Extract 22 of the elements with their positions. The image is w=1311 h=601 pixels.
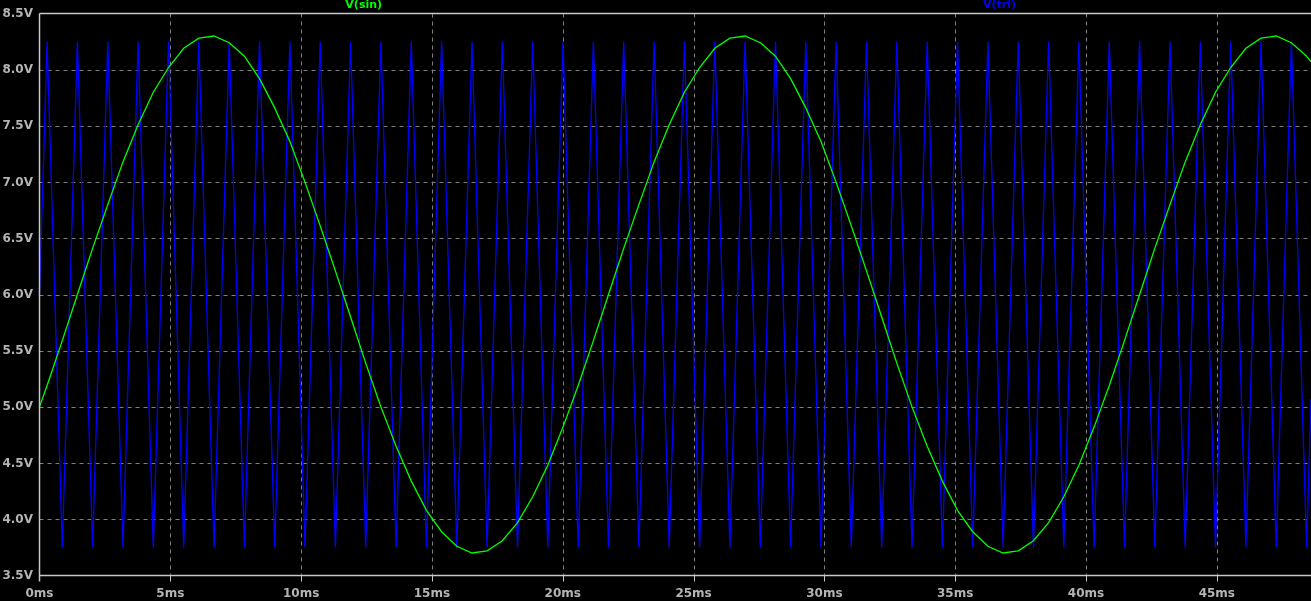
y-axis-tick-label: 5.5V xyxy=(2,343,33,358)
y-axis-tick-label: 7.0V xyxy=(2,174,33,189)
x-axis-tick-label: 20ms xyxy=(544,585,581,600)
y-axis-tick-label: 5.0V xyxy=(2,399,33,414)
y-axis-tick-label: 7.5V xyxy=(2,118,33,133)
x-axis-tick-label: 35ms xyxy=(937,585,974,600)
x-axis-tick-label: 15ms xyxy=(413,585,451,600)
y-axis-tick-label: 4.0V xyxy=(2,511,33,526)
x-axis-tick-label: 0ms xyxy=(25,585,54,600)
x-axis-tick-label: 10ms xyxy=(282,585,320,600)
trace-label[interactable]: V(sin) xyxy=(345,0,383,11)
x-axis-tick-label: 40ms xyxy=(1067,585,1105,600)
x-axis-tick-label: 45ms xyxy=(1198,585,1235,600)
y-axis-tick-label: 8.5V xyxy=(2,6,33,20)
y-axis-tick-label: 6.0V xyxy=(2,287,33,301)
x-axis-tick-label: 25ms xyxy=(675,585,712,600)
y-axis-tick-label: 4.5V xyxy=(2,455,33,470)
x-axis-tick-label: 30ms xyxy=(806,585,843,600)
y-axis-tick-label: 6.5V xyxy=(2,230,33,245)
y-axis-tick-label: 3.5V xyxy=(2,568,33,582)
y-axis-tick-label: 8.0V xyxy=(2,62,33,77)
x-axis-tick-label: 5ms xyxy=(156,585,185,600)
